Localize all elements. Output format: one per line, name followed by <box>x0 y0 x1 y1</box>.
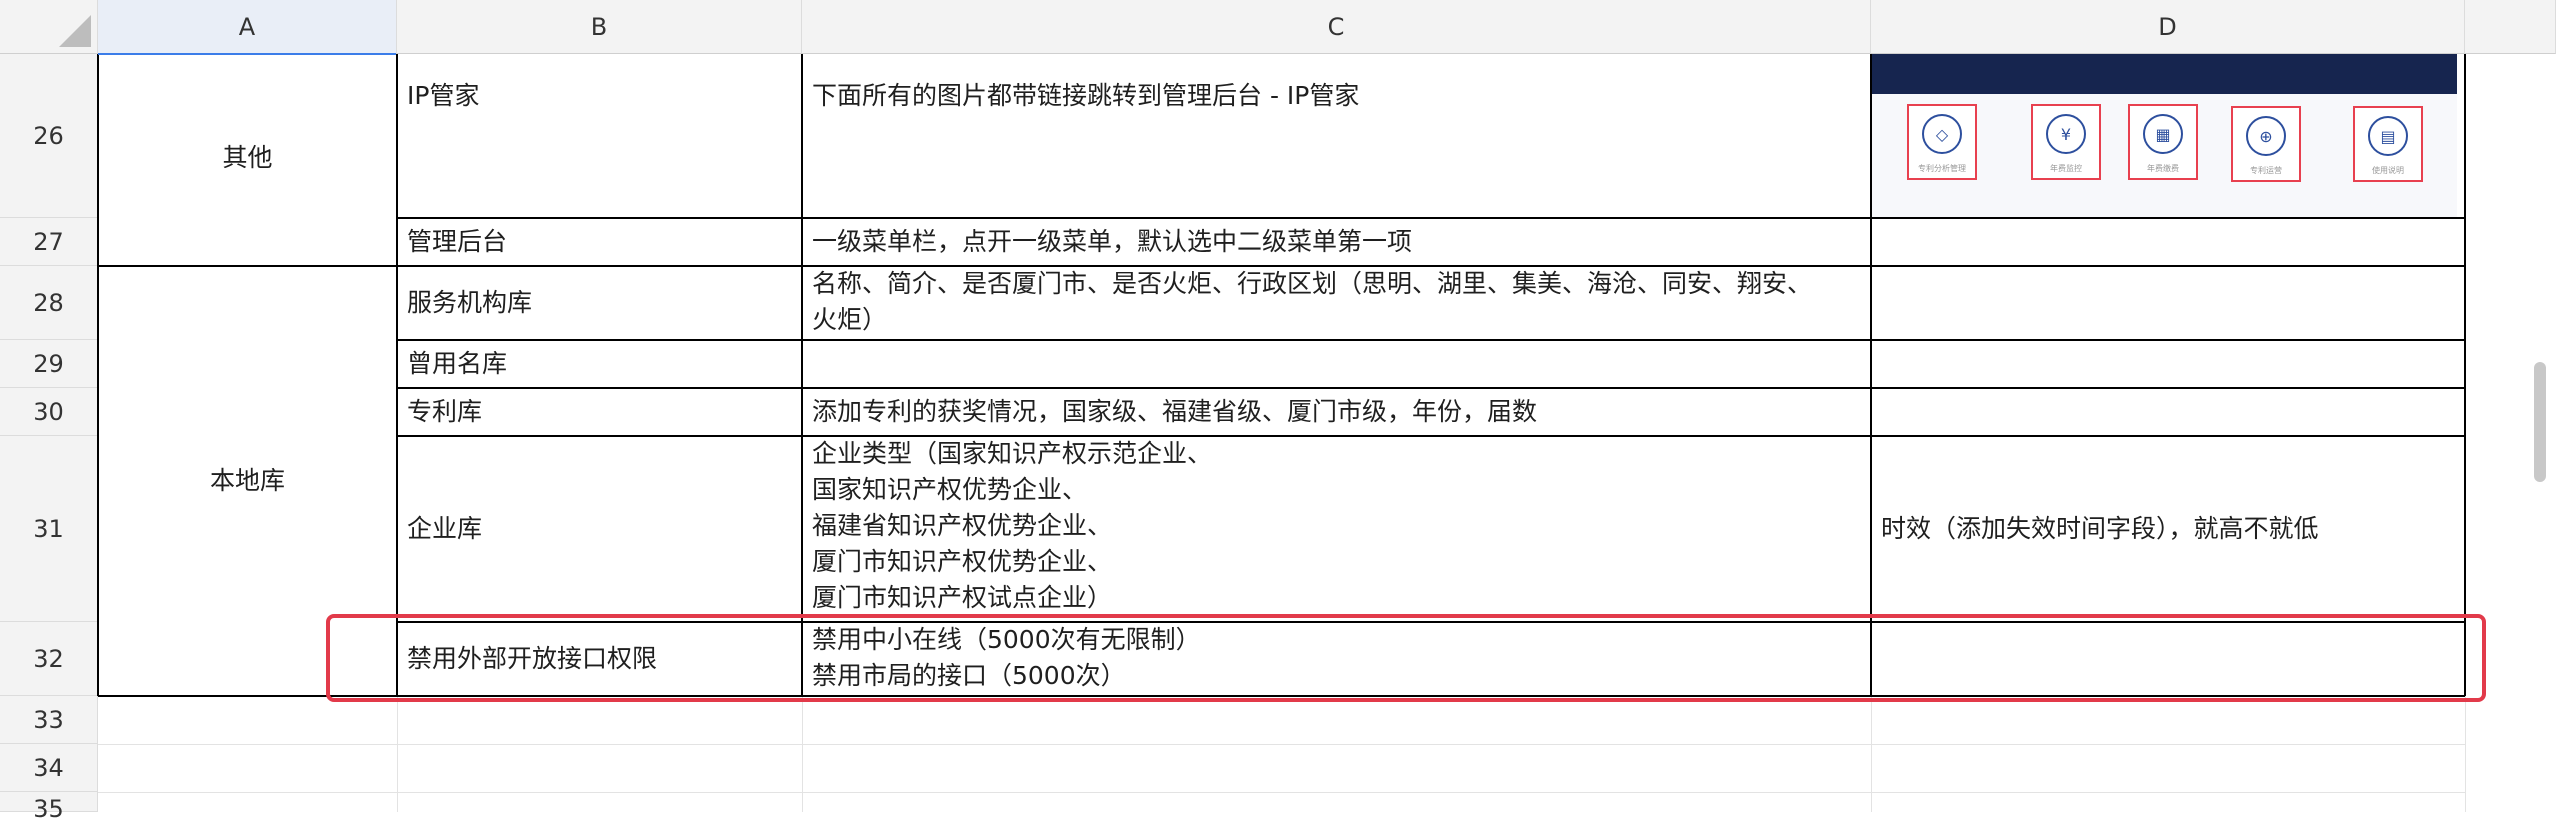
globe-glyph: ⊕ <box>2246 116 2286 156</box>
vertical-scrollbar-thumb[interactable] <box>2534 362 2546 482</box>
row-header-27[interactable]: 27 <box>0 218 98 266</box>
diamond-caption: 专利分析管理 <box>1918 164 1966 173</box>
highlight-annotation <box>326 614 2486 702</box>
document-caption: 使用说明 <box>2372 166 2404 175</box>
border-line <box>1870 54 1872 696</box>
yen-glyph: ¥ <box>2046 114 2086 154</box>
cell-c26[interactable]: 下面所有的图片都带链接跳转到管理后台 - IP管家 <box>802 54 1871 218</box>
cell-d31[interactable]: 时效（添加失效时间字段），就高不就低 <box>1871 436 2465 622</box>
merged-cell-other[interactable]: 其他 <box>98 54 397 218</box>
calculator-icon[interactable]: ▦ 年费缴费 <box>2128 104 2198 180</box>
border-line <box>398 435 2465 437</box>
cell-b30[interactable]: 专利库 <box>397 388 802 436</box>
select-all-corner[interactable] <box>0 0 98 54</box>
group-label-other: 其他 <box>222 143 273 172</box>
column-header-c[interactable]: C <box>802 0 1871 54</box>
column-header-empty[interactable] <box>2465 0 2556 54</box>
cell-b31[interactable]: 企业库 <box>397 436 802 622</box>
globe-yen-icon[interactable]: ⊕ 专利运营 <box>2231 106 2301 182</box>
row-header-30[interactable]: 30 <box>0 388 98 436</box>
row-header-35[interactable]: 35 <box>0 792 98 823</box>
row-header-26[interactable]: 26 <box>0 54 98 218</box>
border-line <box>398 387 2465 389</box>
border-line <box>2464 54 2466 696</box>
column-header-d[interactable]: D <box>1871 0 2465 54</box>
gridline <box>802 696 803 812</box>
border-line <box>98 265 2465 267</box>
row-header-31[interactable]: 31 <box>0 436 98 622</box>
diamond-glyph: ◇ <box>1922 114 1962 154</box>
group-label-local: 本地库 <box>209 466 285 495</box>
selection-edge <box>98 53 396 55</box>
cell-c28[interactable]: 名称、简介、是否厦门市、是否火炬、行政区划（思明、湖里、集美、海沧、同安、翔安、… <box>802 266 1871 340</box>
row-header-33[interactable]: 33 <box>0 696 98 744</box>
row-header-34[interactable]: 34 <box>0 744 98 792</box>
document-glyph: ▤ <box>2368 116 2408 156</box>
yen-caption: 年费监控 <box>2050 164 2082 173</box>
cell-b28[interactable]: 服务机构库 <box>397 266 802 340</box>
cell-b29[interactable]: 曾用名库 <box>397 340 802 388</box>
cell-b27[interactable]: 管理后台 <box>397 218 802 266</box>
column-header-a[interactable]: A <box>98 0 397 54</box>
cell-d26-image[interactable]: ◇ 专利分析管理 ¥ 年费监控 ▦ 年费缴费 ⊕ 专利运营 ▤ 使用说明 <box>1871 54 2465 218</box>
row-header-28[interactable]: 28 <box>0 266 98 340</box>
calculator-glyph: ▦ <box>2143 114 2183 154</box>
border-line <box>396 54 398 696</box>
border-line <box>398 339 2465 341</box>
cell-c30[interactable]: 添加专利的获奖情况，国家级、福建省级、厦门市级，年份，届数 <box>802 388 1871 436</box>
globe-caption: 专利运营 <box>2250 166 2282 175</box>
cell-c29[interactable] <box>802 340 1871 388</box>
column-header-b[interactable]: B <box>397 0 802 54</box>
border-line <box>801 54 803 696</box>
border-line <box>398 217 2465 219</box>
gridline <box>98 792 2465 793</box>
preview-header-bar <box>1871 54 2457 94</box>
calculator-caption: 年费缴费 <box>2147 164 2179 173</box>
yen-coin-icon[interactable]: ¥ 年费监控 <box>2031 104 2101 180</box>
row-header-32[interactable]: 32 <box>0 622 98 696</box>
gridline <box>397 696 398 812</box>
border-line <box>97 54 99 696</box>
diamond-icon[interactable]: ◇ 专利分析管理 <box>1907 104 1977 180</box>
cell-b26[interactable]: IP管家 <box>397 54 802 218</box>
gridline <box>1871 696 1872 812</box>
cell-c27[interactable]: 一级菜单栏，点开一级菜单，默认选中二级菜单第一项 <box>802 218 1871 266</box>
row-header-29[interactable]: 29 <box>0 340 98 388</box>
cell-c31[interactable]: 企业类型（国家知识产权示范企业、 国家知识产权优势企业、 福建省知识产权优势企业… <box>802 436 1871 622</box>
gridline <box>98 744 2465 745</box>
document-icon[interactable]: ▤ 使用说明 <box>2353 106 2423 182</box>
